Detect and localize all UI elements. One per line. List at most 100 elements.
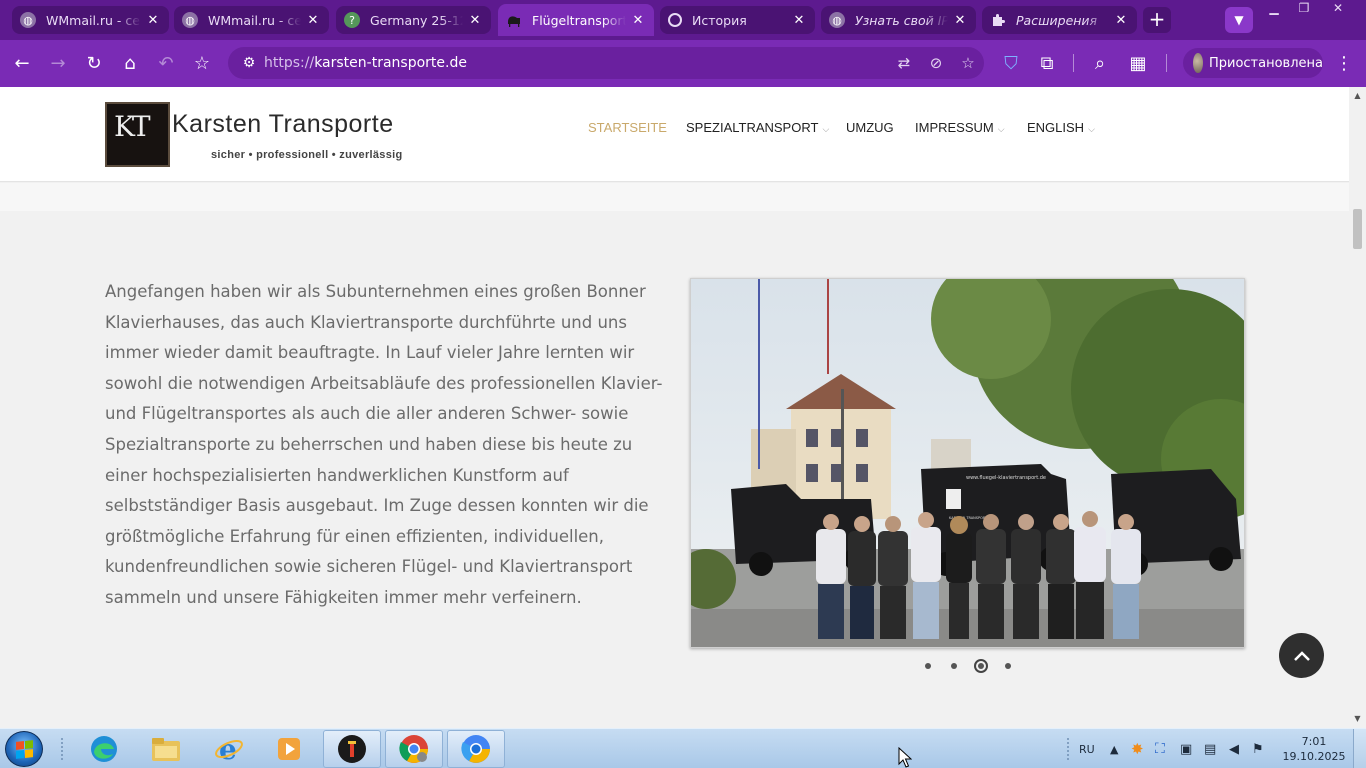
site-logo[interactable]: KT — [105, 102, 170, 167]
scrollbar-thumb[interactable] — [1353, 209, 1362, 249]
close-icon[interactable]: ✕ — [791, 13, 807, 28]
tab-extensions[interactable]: Расширения ✕ — [982, 6, 1137, 34]
restore-button[interactable]: ❐ — [1289, 0, 1319, 18]
back-button[interactable]: ← — [8, 50, 36, 78]
volume-icon[interactable]: ◀ — [1229, 729, 1239, 768]
taskbar-grip — [60, 737, 64, 761]
address-bar[interactable]: ⚙ https://karsten-transporte.de ⇄ ⊘ ☆ — [228, 47, 984, 79]
brand-tagline: sicher • professionell • zuverlässig — [211, 149, 403, 161]
scroll-down-arrow-icon[interactable]: ▼ — [1349, 712, 1366, 726]
translate-icon[interactable]: ⇄ — [888, 54, 920, 72]
piano-icon — [506, 12, 522, 28]
menu-button[interactable]: ⋮ — [1330, 50, 1358, 78]
extensions-button[interactable]: ⧉ — [1033, 50, 1061, 78]
close-icon[interactable]: ✕ — [467, 13, 483, 28]
tray-app-icon[interactable]: ✸ — [1131, 729, 1144, 768]
home-icon: ⌂ — [124, 53, 136, 74]
nav-label: IMPRESSUM — [915, 120, 994, 135]
tab-my-ip[interactable]: ◍ Узнать свой IP а ✕ — [821, 6, 976, 34]
nav-umzug[interactable]: UMZUG — [846, 120, 894, 135]
slider-dot-3[interactable] — [974, 659, 988, 673]
slider-dot-4[interactable] — [1002, 660, 1014, 672]
nav-label: STARTSEITE — [588, 120, 667, 135]
avatar — [1193, 53, 1203, 73]
language-indicator[interactable]: RU — [1079, 729, 1095, 768]
page-scrollbar[interactable]: ▲ ▼ — [1349, 87, 1366, 728]
scroll-up-arrow-icon[interactable]: ▲ — [1349, 89, 1366, 103]
network-icon[interactable]: ▤ — [1204, 729, 1216, 768]
site-settings-icon[interactable]: ⚙ — [234, 55, 264, 71]
tab-search-button[interactable]: ▼ — [1225, 7, 1253, 33]
undo-close-button[interactable]: ↶ — [152, 50, 180, 78]
url-text[interactable]: https://karsten-transporte.de — [264, 55, 888, 71]
home-button[interactable]: ⌂ — [116, 50, 144, 78]
nav-impressum[interactable]: IMPRESSUM ⌵ — [915, 120, 1005, 135]
profile-button[interactable]: Приостановлена — [1183, 48, 1323, 78]
tab-germany[interactable]: ? Germany 25-121 ✕ — [336, 6, 491, 34]
chevron-down-icon: ⌵ — [997, 124, 1005, 134]
reload-button[interactable]: ↻ — [80, 50, 108, 78]
chrome-icon — [399, 735, 428, 763]
dot-icon — [951, 663, 957, 669]
tab-fluegeltransport[interactable]: Flügeltransport & ✕ — [498, 4, 654, 36]
tab-wmmail-2[interactable]: ◍ WMmail.ru - серфинг ✕ — [174, 6, 329, 34]
profile-status: Приостановлена — [1208, 55, 1323, 71]
windows-taskbar: e RU ▲ ✸ ⛶ ▣ ▤ ◀ ⚑ 7:01 19.10.2025 — [0, 728, 1366, 768]
new-tab-button[interactable]: + — [1143, 7, 1171, 33]
intro-paragraph: Angefangen haben wir als Subunternehmen … — [105, 282, 663, 607]
tab-history[interactable]: История ✕ — [660, 6, 815, 34]
shield-icon: ⛉ — [1004, 53, 1018, 74]
close-window-button[interactable]: ✕ — [1323, 0, 1353, 18]
page-viewport: KT Karsten Transporte sicher • professio… — [0, 87, 1366, 728]
close-icon[interactable]: ✕ — [952, 13, 968, 28]
close-icon[interactable]: ✕ — [305, 13, 321, 28]
taskbar-app-dark[interactable] — [323, 730, 381, 768]
tab-title: Germany 25-121 — [370, 12, 463, 28]
reload-icon: ↻ — [86, 53, 102, 74]
taskbar-edge[interactable] — [75, 730, 133, 768]
tray-device-icon[interactable]: ▣ — [1180, 729, 1192, 768]
app-logo-icon — [338, 735, 366, 763]
taskbar-chrome-dev[interactable] — [447, 730, 505, 768]
bookmark-button[interactable]: ☆ — [188, 50, 216, 78]
action-center-flag-icon[interactable]: ⚑ — [1252, 729, 1264, 768]
dot-icon — [1005, 663, 1011, 669]
forward-button[interactable]: → — [44, 50, 72, 78]
show-desktop-button[interactable] — [1353, 729, 1366, 768]
van-website-text: www.fluegel-klaviertransport.de — [966, 475, 1046, 481]
chevron-down-icon: ⌵ — [822, 124, 830, 134]
star-icon[interactable]: ☆ — [952, 54, 984, 72]
nav-startseite[interactable]: STARTSEITE — [588, 120, 667, 135]
nav-spezialtransport[interactable]: SPEZIALTRANSPORT ⌵ — [686, 120, 829, 135]
tab-title: WMmail.ru - серфинг — [208, 12, 301, 28]
taskbar-explorer[interactable] — [137, 730, 195, 768]
question-icon: ? — [344, 12, 360, 28]
slider-dot-2[interactable] — [948, 660, 960, 672]
apps-button[interactable]: ▦ — [1124, 50, 1152, 78]
brand-name[interactable]: Karsten Transporte — [172, 110, 394, 139]
taskbar-chrome[interactable] — [385, 730, 443, 768]
toolbar-divider — [1073, 54, 1074, 72]
slider-dot-1[interactable] — [922, 660, 934, 672]
snipping-icon[interactable]: ⛶ — [1155, 729, 1165, 768]
internet-explorer-icon: e — [215, 734, 243, 764]
nav-label: ENGLISH — [1027, 120, 1085, 135]
taskbar-media-player[interactable] — [260, 730, 318, 768]
tab-wmmail-1[interactable]: ◍ WMmail.ru - серфинг ✕ — [12, 6, 169, 34]
start-button[interactable] — [5, 731, 43, 767]
close-icon[interactable]: ✕ — [1113, 13, 1129, 28]
eye-off-icon[interactable]: ⊘ — [920, 54, 952, 72]
system-clock[interactable]: 7:01 19.10.2025 — [1282, 734, 1346, 764]
tray-expand-icon[interactable]: ▲ — [1110, 729, 1118, 768]
team-photo[interactable]: www.fluegel-klaviertransport.de KARSTEN … — [690, 278, 1245, 648]
dot-icon — [925, 663, 931, 669]
shield-extension-button[interactable]: ⛉ — [997, 50, 1025, 78]
scroll-to-top-button[interactable] — [1279, 633, 1324, 678]
nav-english[interactable]: ENGLISH ⌵ — [1027, 120, 1095, 135]
taskbar-internet-explorer[interactable]: e — [200, 730, 258, 768]
close-icon[interactable]: ✕ — [630, 13, 646, 28]
close-icon[interactable]: ✕ — [145, 13, 161, 28]
search-button[interactable]: ⌕ — [1086, 50, 1114, 78]
minimize-button[interactable]: ▁ — [1259, 0, 1289, 18]
logo-monogram: KT — [114, 110, 151, 143]
